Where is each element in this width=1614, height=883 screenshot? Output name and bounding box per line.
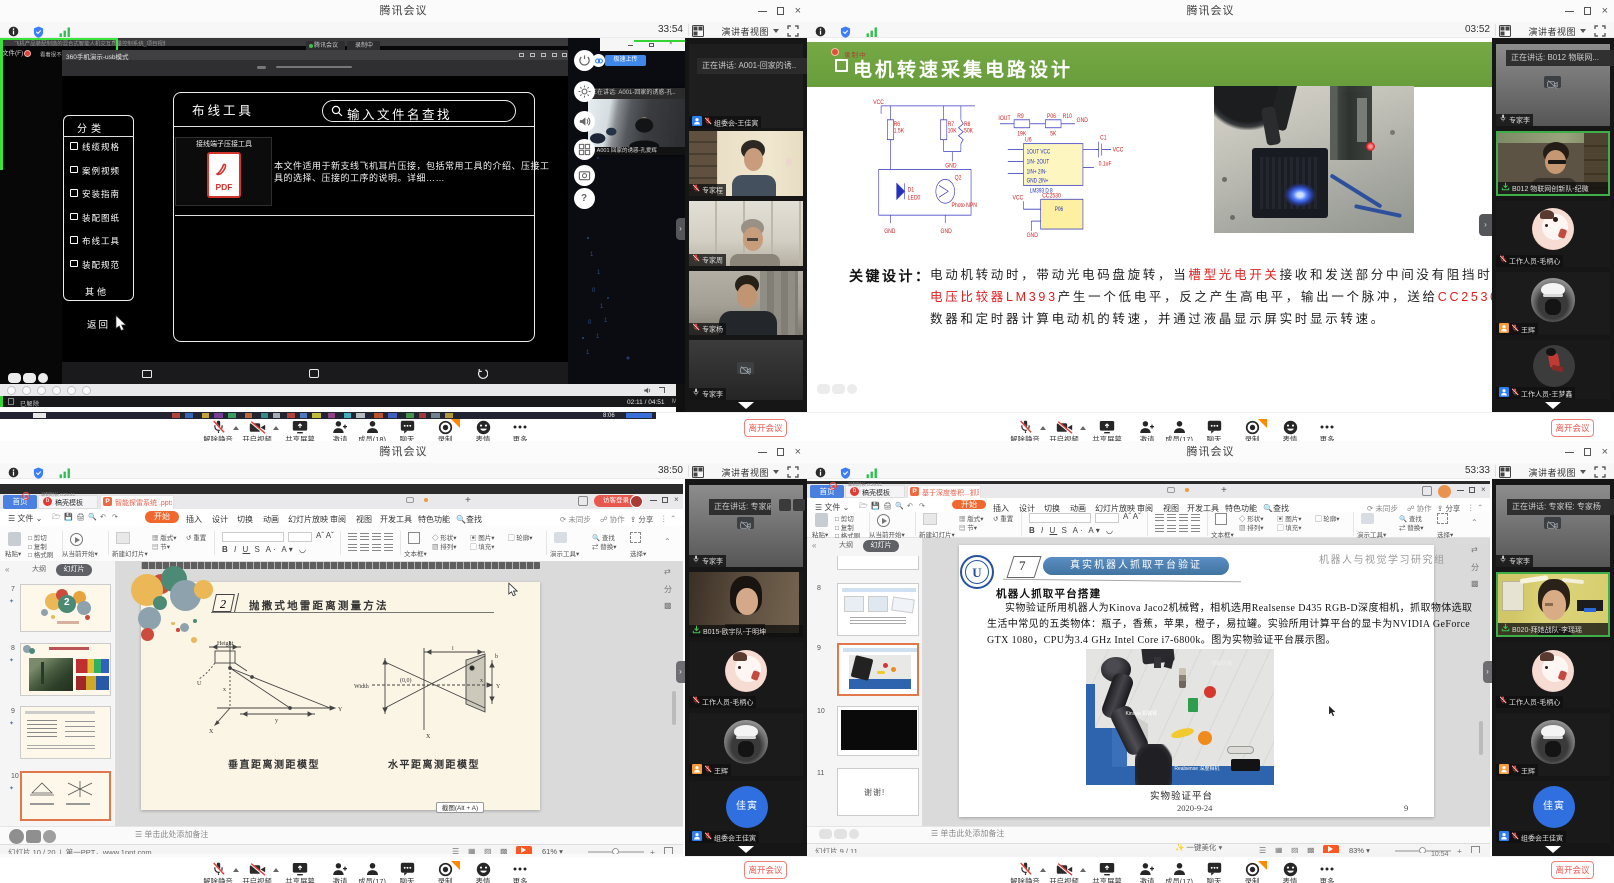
svg-text:R9: R9 [1017, 113, 1023, 120]
svg-text:1OUT VCC: 1OUT VCC [1027, 149, 1051, 156]
svg-text:Height: Height [217, 641, 234, 647]
svg-text:D1: D1 [908, 187, 914, 194]
svg-text:x: x [480, 678, 483, 684]
svg-text:Y: Y [496, 684, 501, 690]
svg-text:x: x [223, 687, 226, 693]
svg-text:LM393 D 8: LM393 D 8 [1030, 188, 1053, 195]
svg-text:P06: P06 [1055, 207, 1063, 214]
svg-text:GND: GND [884, 229, 895, 236]
svg-text:C1: C1 [1100, 135, 1106, 142]
svg-text:Photo NPN: Photo NPN [951, 203, 976, 210]
svg-text:LED0: LED0 [908, 195, 921, 202]
svg-text:y: y [275, 718, 278, 724]
svg-text:VCC: VCC [873, 99, 884, 106]
svg-text:10K: 10K [948, 128, 957, 135]
svg-text:X: X [426, 734, 431, 740]
svg-text:Q2: Q2 [955, 175, 962, 182]
svg-text:(0,0): (0,0) [400, 677, 412, 684]
svg-text:VCC: VCC [1013, 195, 1024, 202]
svg-text:1.5K: 1.5K [894, 128, 905, 135]
svg-text:0.1uF: 0.1uF [1099, 161, 1112, 168]
svg-text:1IN+ 2IN-: 1IN+ 2IN- [1027, 169, 1047, 176]
svg-text:U: U [197, 681, 202, 687]
svg-text:GND: GND [941, 229, 952, 236]
svg-text:b: b [495, 654, 498, 660]
svg-text:VCC: VCC [1113, 147, 1124, 154]
svg-text:R8: R8 [964, 121, 970, 128]
svg-text:l: l [452, 646, 454, 652]
svg-text:R10: R10 [1063, 113, 1072, 120]
svg-text:R7: R7 [948, 121, 954, 128]
svg-text:GND: GND [1077, 117, 1088, 124]
svg-text:1IN- 2OUT: 1IN- 2OUT [1027, 159, 1050, 166]
svg-text:U6: U6 [1025, 137, 1031, 144]
svg-text:GND 2IN+: GND 2IN+ [1027, 178, 1049, 185]
svg-text:Y: Y [338, 707, 343, 713]
svg-text:IOUT: IOUT [998, 115, 1011, 122]
svg-text:5K: 5K [1050, 131, 1056, 138]
svg-text:P06: P06 [1047, 113, 1056, 120]
svg-text:GND: GND [945, 163, 956, 170]
svg-text:GND: GND [1027, 233, 1038, 237]
svg-text:X: X [209, 729, 214, 735]
svg-text:50K: 50K [964, 128, 973, 135]
svg-text:R6: R6 [894, 121, 900, 128]
svg-text:Width: Width [354, 684, 369, 690]
